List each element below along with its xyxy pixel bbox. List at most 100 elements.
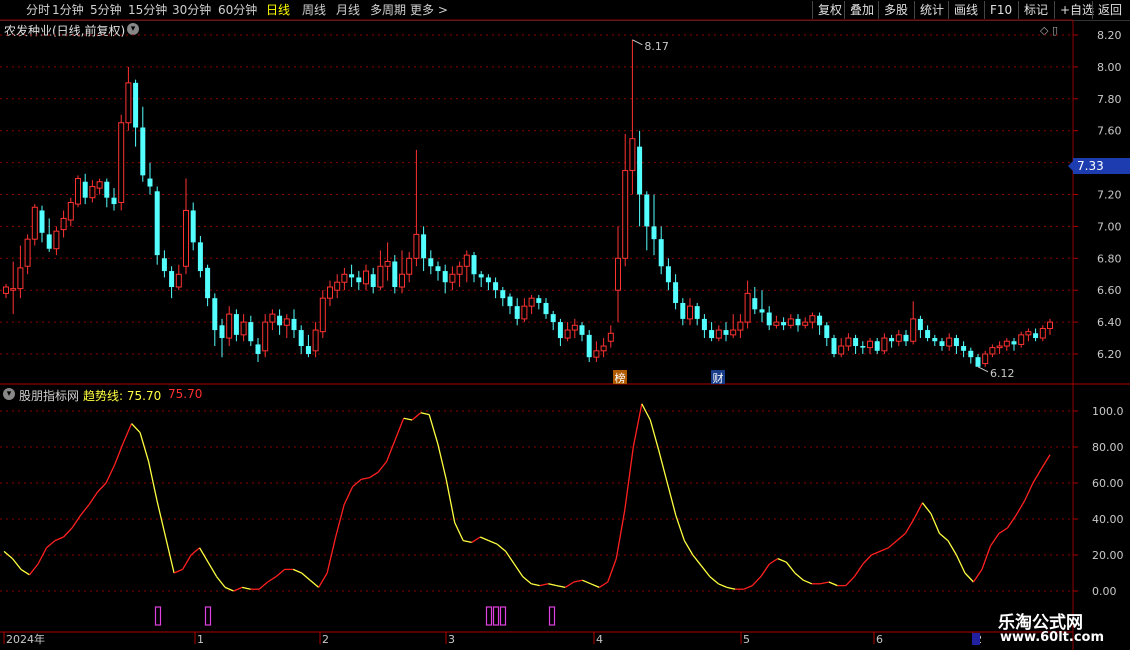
trend-segment [164,536,175,574]
candle-body [953,338,959,347]
candle-body [903,334,909,342]
candle-body [356,277,362,283]
candle-body [392,261,398,288]
candle-body [3,286,9,294]
high-label: 8.17 [644,40,669,53]
time-label: 2 [322,633,329,646]
trend-segment [488,540,498,545]
trend-segment [675,515,685,541]
candle-body [550,314,556,323]
trend-segment [207,561,218,577]
candle-body [1018,334,1025,345]
candle-body [867,340,873,349]
trend-segment [241,586,251,590]
candle-body [140,127,146,176]
trend-segment [386,439,396,462]
candle-body [53,230,60,250]
trend-segment [505,551,515,565]
trend-segment [785,561,796,574]
trend-segment [496,543,507,552]
candle-body [406,257,413,275]
y-tick-label: 7.60 [1097,125,1122,138]
trend-segment [888,540,898,549]
trend-segment [590,583,600,588]
candle-body [471,255,477,275]
candle-body [305,346,311,354]
signal-markers [154,606,556,626]
candle-body [456,265,463,275]
chevron-down-icon[interactable]: ▾ [3,388,15,400]
trend-segment [692,554,702,567]
candle-body [766,312,772,326]
candle-body [370,274,376,288]
y-tick-label: 7.20 [1097,189,1122,202]
candle-body [781,322,787,326]
candle-body [607,332,614,342]
candle-body [989,347,996,355]
trend-segment [29,563,39,576]
candle-body [190,210,196,243]
trend-segment [649,419,660,451]
trend-segment [147,461,158,502]
trend-segment [513,563,524,577]
candle-body [752,298,758,310]
trend-segment [190,547,201,556]
candle-body [701,318,707,331]
candle-body [917,318,923,331]
y-tick-label: 100.0 [1092,405,1124,418]
candle-body [925,330,931,339]
candle-body [975,357,981,367]
y-tick-label: 40.00 [1092,513,1124,526]
trend-segment [54,536,64,542]
candle-body [889,338,895,342]
trend-segment [343,486,354,505]
candle-body [1025,331,1032,336]
trend-segment [743,585,753,590]
trend-segment [445,479,456,523]
candle-body [161,258,167,272]
y-tick-label: 6.20 [1097,348,1122,361]
candle-body [737,321,744,331]
candle-body [240,321,247,336]
candle-body [428,258,434,267]
trend-segment [582,579,592,585]
candle-body [17,267,24,290]
trend-segment [853,563,864,577]
watermark-url: www.60lt.com [1000,630,1105,645]
candle-body [845,337,852,347]
candle-body [709,330,715,339]
trend-segment [275,568,286,578]
low-pointer [977,366,989,373]
candle-body [478,274,484,278]
candle-body [644,194,650,227]
y-tick-label: 8.20 [1097,29,1122,42]
candle-body [680,302,686,319]
time-label: 6 [876,633,883,646]
candle-body [283,318,290,326]
candle-body [586,334,592,358]
candle-body [435,266,441,272]
candle-body [1033,333,1039,339]
trend-segment [658,450,668,484]
candle-body [463,254,470,267]
candle-body [319,297,326,333]
current-price-tag: 7.33 [1068,158,1130,174]
trend-segment [361,476,370,481]
y-tick-label: 6.40 [1097,316,1122,329]
candle-body [399,273,405,288]
trend-segment [403,417,413,421]
y-tick-label: 7.80 [1097,93,1122,106]
trend-segment [760,563,770,577]
trend-segment [267,576,277,583]
y-tick-label: 8.00 [1097,61,1122,74]
candle-body [730,329,737,336]
chart-canvas[interactable]: 8.208.007.807.607.407.207.006.806.606.40… [0,0,1130,650]
candle-body [543,302,549,315]
candle-body [363,270,369,285]
trend-segment [3,550,13,560]
candle-body [982,353,989,365]
trend-segment [607,558,617,583]
trend-segment [131,423,141,434]
trend-segment [122,423,133,444]
candlestick-series [3,39,1053,367]
